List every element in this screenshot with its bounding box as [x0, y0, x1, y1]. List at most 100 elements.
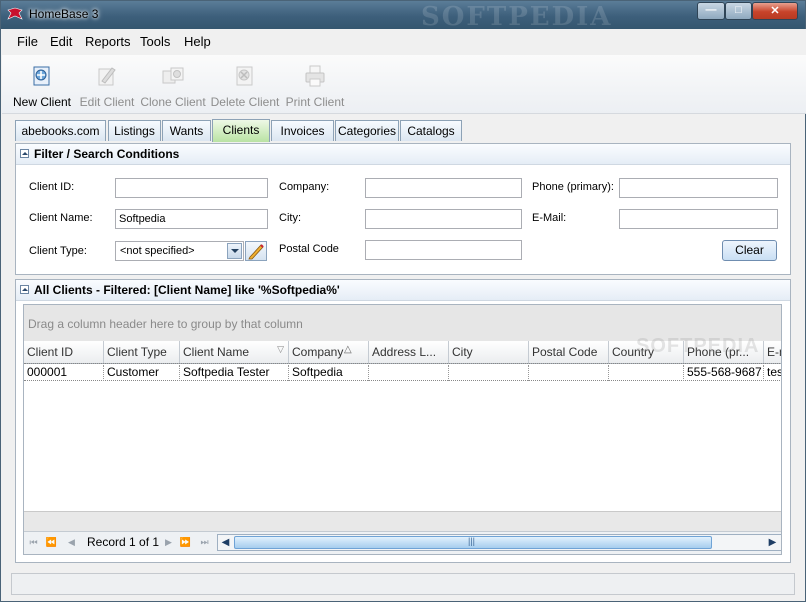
- new-client-icon: [33, 66, 50, 86]
- table-row[interactable]: 000001 Customer Softpedia Tester Softped…: [24, 363, 781, 381]
- tab-clients[interactable]: Clients: [212, 119, 270, 142]
- edit-client-button[interactable]: Edit Client: [77, 63, 137, 109]
- menu-tools[interactable]: Tools: [140, 34, 170, 49]
- edit-client-label: Edit Client: [79, 95, 135, 109]
- tab-wants[interactable]: Wants: [162, 120, 211, 141]
- client-type-value: <not specified>: [120, 245, 195, 257]
- cell-phone: 555-568-9687: [684, 365, 764, 381]
- menu-file[interactable]: File: [17, 34, 38, 49]
- delete-client-button[interactable]: Delete Client: [210, 63, 280, 109]
- collapse-clients-icon[interactable]: [20, 285, 29, 294]
- first-page-icon[interactable]: ⏮: [27, 535, 40, 549]
- new-client-button[interactable]: New Client: [12, 63, 72, 109]
- edit-client-icon: [98, 67, 116, 86]
- edit-client-types-button[interactable]: [245, 241, 267, 261]
- postal-code-input[interactable]: [365, 240, 522, 260]
- tab-abebooks[interactable]: abebooks.com: [15, 120, 106, 141]
- menu-edit[interactable]: Edit: [50, 34, 72, 49]
- tab-categories[interactable]: Categories: [335, 120, 399, 141]
- cell-company: Softpedia: [289, 365, 369, 381]
- client-type-select[interactable]: <not specified>: [115, 241, 244, 261]
- company-input[interactable]: [365, 178, 522, 198]
- client-id-input[interactable]: [115, 178, 268, 198]
- company-label: Company:: [279, 181, 330, 193]
- minimize-icon: —: [705, 4, 717, 16]
- horizontal-scrollbar[interactable]: ◀ ||| ▶: [217, 534, 781, 551]
- column-client-name[interactable]: Client Name ▽: [180, 341, 289, 363]
- record-navigator: ⏮ ⏪ ◀ Record 1 of 1 ▶ ⏩ ⏭ ◀ ||| ▶: [24, 531, 781, 554]
- title-watermark: SOFTPEDIA: [421, 2, 613, 32]
- phone-input[interactable]: [619, 178, 778, 198]
- cell-country: [609, 365, 684, 381]
- minimize-button[interactable]: —: [697, 2, 725, 20]
- filter-panel-header: Filter / Search Conditions: [16, 144, 790, 165]
- filter-icon[interactable]: ▽: [277, 344, 284, 355]
- city-input[interactable]: [365, 209, 522, 229]
- record-counter: Record 1 of 1: [87, 535, 160, 549]
- scroll-right-icon[interactable]: ▶: [766, 536, 779, 549]
- menu-help[interactable]: Help: [184, 34, 211, 49]
- clients-grid: Drag a column header here to group by th…: [23, 304, 782, 555]
- cell-client-name: Softpedia Tester: [180, 365, 289, 381]
- clear-button[interactable]: Clear: [722, 240, 777, 261]
- filter-panel: Filter / Search Conditions Client ID: Cl…: [15, 143, 791, 275]
- menu-bar: File Edit Reports Tools Help: [2, 29, 806, 55]
- column-client-id[interactable]: Client ID: [24, 341, 104, 363]
- print-client-button[interactable]: Print Client: [284, 63, 346, 109]
- status-bar: [11, 573, 795, 595]
- close-icon: ✕: [770, 5, 780, 17]
- title-bar[interactable]: HomeBase 3 SOFTPEDIA — □ ✕: [1, 1, 805, 32]
- clients-panel-title: All Clients - Filtered: [Client Name] li…: [34, 283, 340, 297]
- column-postal-code[interactable]: Postal Code: [529, 341, 609, 363]
- previous-record-icon[interactable]: ◀: [65, 535, 78, 549]
- cell-postal-code: [529, 365, 609, 381]
- next-record-icon[interactable]: ▶: [162, 535, 175, 549]
- previous-page-icon[interactable]: ⏪: [45, 535, 58, 549]
- delete-client-icon: [236, 66, 253, 86]
- chevron-down-icon[interactable]: [227, 243, 242, 259]
- filter-panel-title: Filter / Search Conditions: [34, 147, 180, 161]
- column-city[interactable]: City: [449, 341, 529, 363]
- tab-catalogs[interactable]: Catalogs: [400, 120, 462, 141]
- new-client-label: New Client: [12, 95, 72, 109]
- city-label: City:: [279, 212, 301, 224]
- phone-label: Phone (primary):: [532, 181, 614, 193]
- column-address[interactable]: Address L...: [369, 341, 449, 363]
- email-input[interactable]: [619, 209, 778, 229]
- column-company[interactable]: Company △: [289, 341, 369, 363]
- maximize-button[interactable]: □: [725, 2, 752, 20]
- delete-client-label: Delete Client: [210, 95, 280, 109]
- client-name-input[interactable]: [115, 209, 268, 229]
- cell-city: [449, 365, 529, 381]
- app-window: HomeBase 3 SOFTPEDIA — □ ✕ File Edit Rep…: [0, 0, 806, 602]
- cell-client-id: 000001: [24, 365, 104, 381]
- tab-invoices[interactable]: Invoices: [271, 120, 334, 141]
- homebase-logo-icon: [7, 7, 23, 20]
- tab-listings[interactable]: Listings: [108, 120, 161, 141]
- pencil-icon: [248, 244, 264, 260]
- cell-client-type: Customer: [104, 365, 180, 381]
- column-company-label: Company: [292, 345, 344, 359]
- column-client-name-label: Client Name: [183, 345, 250, 359]
- next-page-icon[interactable]: ⏩: [179, 535, 192, 549]
- window-title: HomeBase 3: [29, 7, 99, 21]
- clone-client-label: Clone Client: [140, 95, 206, 109]
- column-email[interactable]: E-m: [764, 341, 781, 363]
- scroll-thumb[interactable]: |||: [234, 536, 712, 549]
- grip-icon: |||: [468, 536, 476, 546]
- clone-client-button[interactable]: Clone Client: [139, 63, 207, 109]
- cell-address: [369, 365, 449, 381]
- collapse-filter-icon[interactable]: [20, 149, 29, 158]
- grid-watermark: SOFTPEDIA: [636, 335, 760, 357]
- print-client-label: Print Client: [285, 95, 345, 109]
- client-name-label: Client Name:: [29, 212, 93, 224]
- email-label: E-Mail:: [532, 212, 567, 224]
- scroll-left-icon[interactable]: ◀: [219, 536, 232, 549]
- grid-footer: [24, 511, 781, 532]
- menu-reports[interactable]: Reports: [85, 34, 131, 49]
- maximize-icon: □: [735, 4, 742, 16]
- client-id-label: Client ID:: [29, 181, 75, 193]
- close-button[interactable]: ✕: [752, 2, 798, 20]
- column-client-type[interactable]: Client Type: [104, 341, 180, 363]
- last-page-icon[interactable]: ⏭: [198, 535, 211, 549]
